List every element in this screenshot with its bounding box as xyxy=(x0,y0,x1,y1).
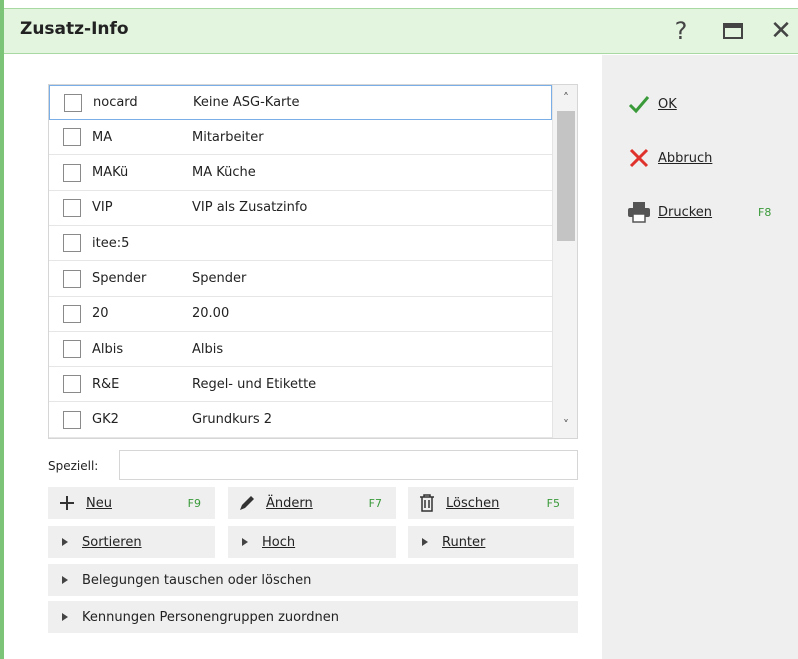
zusatz-info-list: nocard Keine ASG-Karte MA Mitarbeiter MAKü MA… xyxy=(48,84,578,439)
list-row[interactable]: MA Mitarbeiter xyxy=(49,120,552,156)
swap-assignments-label: Belegungen tauschen oder löschen xyxy=(82,572,312,588)
plus-icon xyxy=(56,492,78,514)
row-code: 20 xyxy=(92,306,109,322)
row-checkbox[interactable] xyxy=(63,128,81,147)
trash-icon xyxy=(416,492,438,514)
list-row[interactable]: VIP VIP als Zusatzinfo xyxy=(49,191,552,226)
delete-button-label: Löschen xyxy=(446,495,500,511)
cancel-x-icon xyxy=(626,145,652,171)
scrollbar-thumb[interactable] xyxy=(557,111,575,241)
maximize-button[interactable] xyxy=(716,15,750,47)
edit-shortcut: F7 xyxy=(368,496,382,510)
ok-button[interactable]: OK xyxy=(626,91,677,117)
row-description: MA Küche xyxy=(192,165,256,181)
new-button-label: Neu xyxy=(86,495,112,511)
row-code: Spender xyxy=(92,271,147,286)
row-checkbox[interactable] xyxy=(63,304,81,323)
edit-button[interactable]: Ändern F7 xyxy=(228,487,396,519)
list-row[interactable]: 20 20.00 xyxy=(49,297,552,332)
list-scrollbar[interactable]: ˄ ˅ xyxy=(552,85,577,438)
move-down-button[interactable]: Runter xyxy=(408,526,574,558)
cancel-button[interactable]: Abbruch xyxy=(626,145,712,171)
row-description: Spender xyxy=(192,271,247,286)
row-code: itee:5 xyxy=(92,235,130,251)
list-row[interactable]: nocard Keine ASG-Karte xyxy=(49,85,552,120)
row-description: Regel- und Etikette xyxy=(192,376,317,392)
close-button[interactable]: ✕ xyxy=(764,15,798,47)
triangle-right-icon xyxy=(62,538,68,546)
row-description: Mitarbeiter xyxy=(192,129,264,145)
printer-icon xyxy=(626,199,652,225)
row-checkbox[interactable] xyxy=(64,93,82,112)
row-code: MAKü xyxy=(92,165,129,181)
list-row[interactable]: MAKü MA Küche xyxy=(49,156,552,191)
list-row[interactable]: R&E Regel- und Etikette xyxy=(49,367,552,403)
row-checkbox[interactable] xyxy=(63,340,81,359)
new-shortcut: F9 xyxy=(187,496,201,510)
list-row[interactable]: Albis Albis xyxy=(49,332,552,368)
edit-button-label: Ändern xyxy=(266,495,313,511)
title-bar: Zusatz-Info ? ✕ xyxy=(4,8,798,54)
new-button[interactable]: Neu F9 xyxy=(48,487,215,519)
list-row[interactable]: Spender Spender xyxy=(49,262,552,297)
row-code: R&E xyxy=(92,376,120,392)
assign-person-groups-label: Kennungen Personengruppen zuordnen xyxy=(82,609,339,625)
row-checkbox[interactable] xyxy=(63,163,81,182)
row-code: MA xyxy=(92,129,113,145)
row-code: GK2 xyxy=(92,412,119,428)
action-panel: OK Abbruch Drucken F8 xyxy=(602,55,798,659)
triangle-right-icon xyxy=(422,538,428,546)
row-checkbox[interactable] xyxy=(63,198,81,217)
row-description: VIP als Zusatzinfo xyxy=(192,200,308,216)
row-checkbox[interactable] xyxy=(63,234,81,253)
speziell-input[interactable] xyxy=(119,450,578,480)
dialog-window: Zusatz-Info ? ✕ nocard Keine ASG-Karte MA M… xyxy=(0,0,798,659)
triangle-right-icon xyxy=(62,576,68,584)
move-up-button-label: Hoch xyxy=(262,534,296,550)
row-description: Albis xyxy=(192,341,224,357)
print-label: Drucken xyxy=(658,204,713,220)
scroll-up-button[interactable]: ˄ xyxy=(553,87,577,109)
delete-shortcut: F5 xyxy=(546,496,560,510)
speziell-label: Speziell: xyxy=(48,459,99,473)
sort-button[interactable]: Sortieren xyxy=(48,526,215,558)
checkmark-icon xyxy=(626,91,652,117)
swap-assignments-button[interactable]: Belegungen tauschen oder löschen xyxy=(48,564,578,596)
row-code: Albis xyxy=(92,341,124,357)
row-code: VIP xyxy=(92,200,113,216)
list-row[interactable]: itee:5 xyxy=(49,226,552,262)
triangle-right-icon xyxy=(242,538,248,546)
row-checkbox[interactable] xyxy=(63,375,81,394)
assign-person-groups-button[interactable]: Kennungen Personengruppen zuordnen xyxy=(48,601,578,633)
row-checkbox[interactable] xyxy=(63,269,81,288)
row-description: Grundkurs 2 xyxy=(192,412,273,428)
delete-button[interactable]: Löschen F5 xyxy=(408,487,574,519)
pencil-icon xyxy=(236,492,258,514)
list-row[interactable]: GK2 Grundkurs 2 xyxy=(49,403,552,438)
move-down-button-label: Runter xyxy=(442,534,486,550)
print-shortcut: F8 xyxy=(758,205,772,219)
row-description: Keine ASG-Karte xyxy=(193,95,300,110)
help-button[interactable]: ? xyxy=(664,15,698,47)
row-code: nocard xyxy=(93,95,138,110)
row-description: 20.00 xyxy=(192,306,230,322)
sort-button-label: Sortieren xyxy=(82,534,142,550)
cancel-label: Abbruch xyxy=(658,150,713,166)
print-button[interactable]: Drucken F8 xyxy=(626,199,771,225)
move-up-button[interactable]: Hoch xyxy=(228,526,396,558)
maximize-icon xyxy=(723,23,743,39)
ok-label: OK xyxy=(658,96,677,112)
triangle-right-icon xyxy=(62,613,68,621)
row-checkbox[interactable] xyxy=(63,410,81,429)
scroll-down-button[interactable]: ˅ xyxy=(553,414,577,436)
window-title: Zusatz-Info xyxy=(20,19,129,39)
